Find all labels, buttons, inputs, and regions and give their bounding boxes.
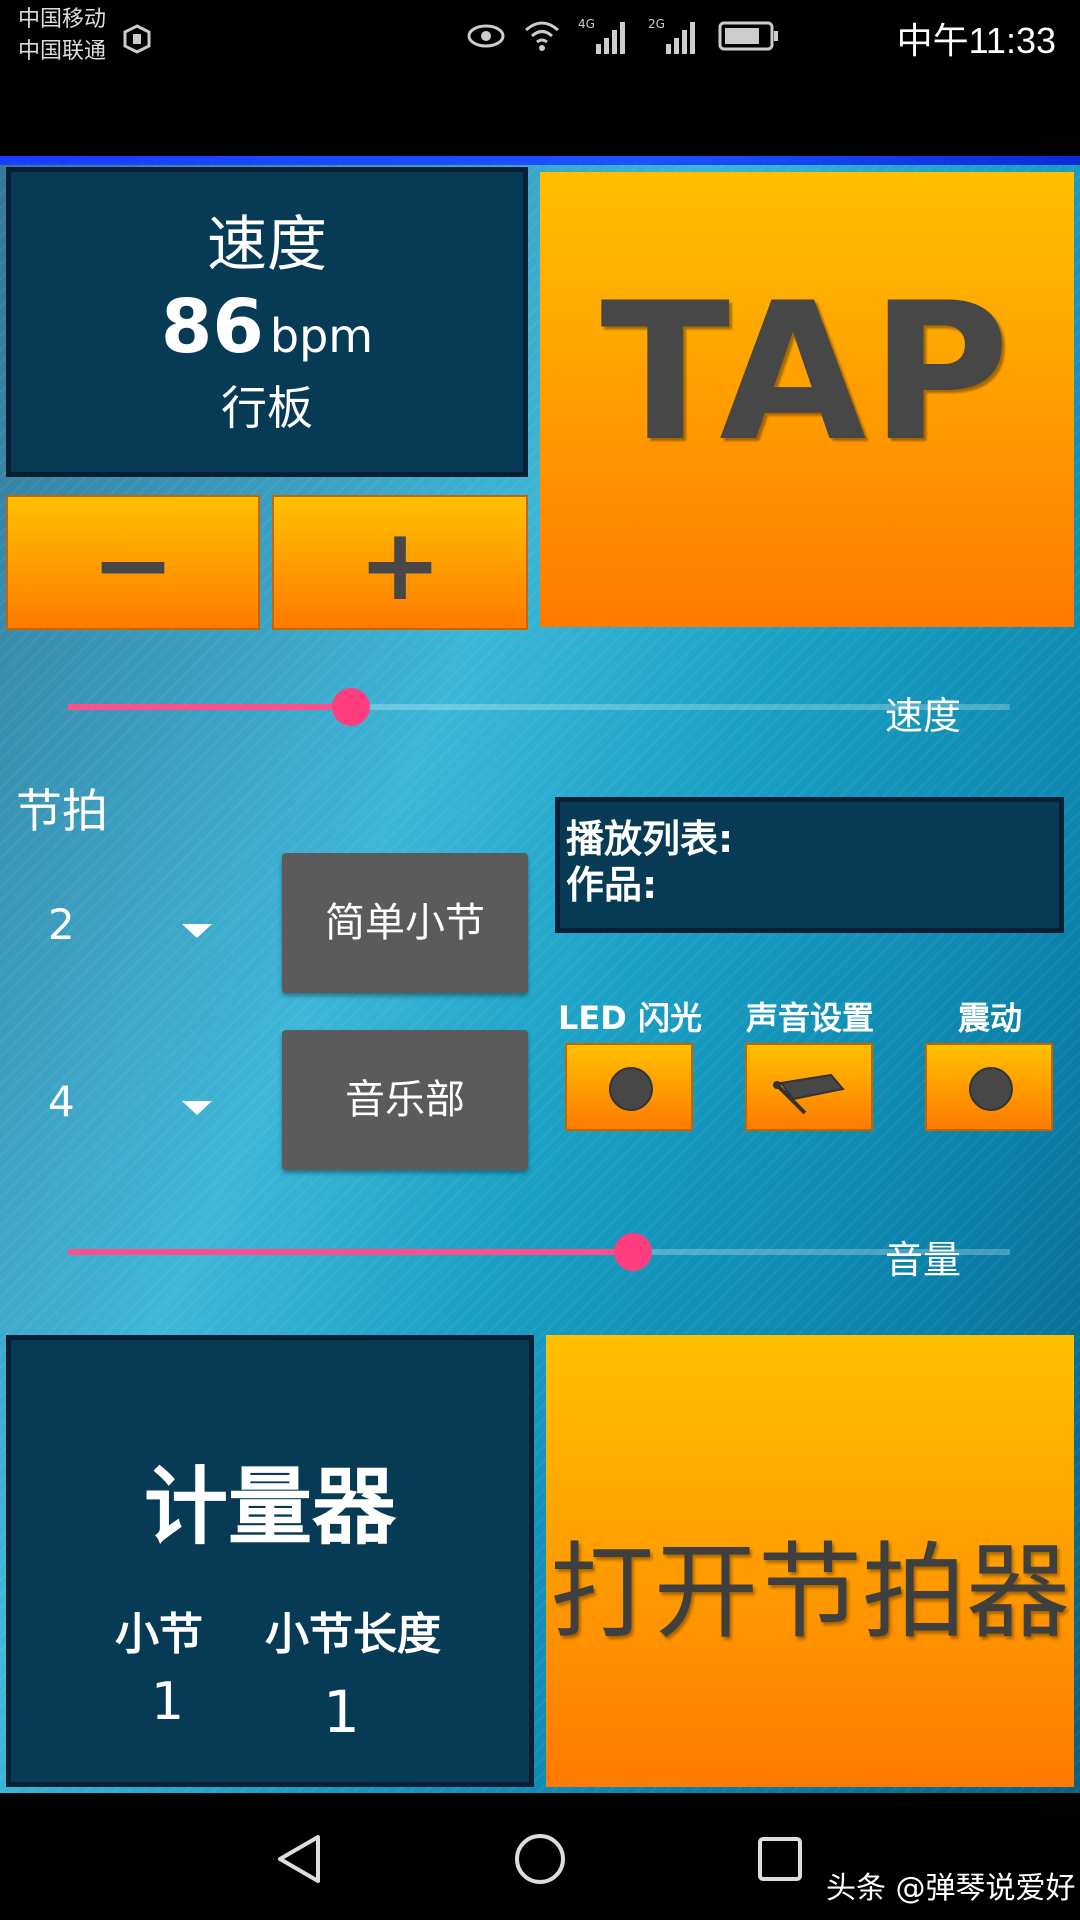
sound-settings-button[interactable] (745, 1043, 873, 1131)
bar-length-label: 小节长度 (265, 1609, 441, 1660)
tap-button[interactable]: TAP (540, 172, 1074, 627)
wifi-icon (525, 21, 559, 51)
dropdown-arrow-icon (182, 924, 212, 938)
eye-icon (467, 24, 505, 48)
led-flash-button[interactable] (565, 1043, 693, 1131)
led-flash-label: LED 闪光 (558, 999, 702, 1037)
speed-slider[interactable] (68, 688, 1010, 726)
beats-denominator-dropdown[interactable]: 4 (48, 1077, 228, 1137)
vibration-indicator-icon (969, 1067, 1013, 1111)
beats-numerator-dropdown[interactable]: 2 (48, 900, 228, 960)
carrier-1: 中国移动 (18, 7, 107, 32)
home-icon[interactable] (510, 1829, 570, 1889)
minus-icon: − (91, 506, 175, 623)
watermark: 头条 @弹琴说爱好 (826, 1871, 1076, 1906)
dropdown-arrow-icon (182, 1101, 212, 1115)
beats-numerator-value: 2 (48, 900, 75, 949)
status-icons: 4G 2G (466, 14, 780, 58)
start-metronome-label: 打开节拍器 (549, 1531, 1070, 1653)
signal-2g-icon: 2G (648, 17, 695, 54)
battery-icon (718, 21, 778, 51)
bar-label: 小节 (115, 1609, 203, 1660)
tempo-title: 速度 (207, 210, 327, 280)
volume-slider-fill (68, 1249, 634, 1255)
tempo-readout: 86 bpm (11, 284, 523, 370)
tempo-unit: bpm (269, 309, 374, 363)
music-part-button[interactable]: 音乐部 (282, 1030, 528, 1170)
speed-slider-thumb[interactable] (331, 688, 370, 726)
sound-settings-label: 声音设置 (745, 999, 874, 1037)
vibration-label: 震动 (957, 999, 1022, 1037)
back-icon[interactable] (270, 1829, 330, 1889)
counter-panel: 计量器 小节 小节长度 1 1 (6, 1335, 534, 1787)
tempo-increase-button[interactable]: + (272, 495, 528, 630)
bar-value: 1 (151, 1672, 185, 1732)
tempo-marking: 行板 (221, 381, 313, 435)
speed-slider-fill (68, 704, 351, 710)
shield-icon (123, 24, 151, 54)
beats-denominator-value: 4 (48, 1077, 75, 1126)
volume-slider-label: 音量 (885, 1238, 962, 1282)
recent-apps-icon[interactable] (750, 1829, 810, 1889)
volume-slider[interactable] (68, 1233, 1010, 1271)
led-indicator-icon (609, 1067, 653, 1111)
tempo-decrease-button[interactable]: − (6, 495, 260, 630)
plus-icon: + (358, 506, 442, 623)
clock: 中午11:33 (896, 20, 1056, 61)
tempo-value: 86 (160, 284, 264, 370)
vibration-button[interactable] (925, 1043, 1053, 1131)
progress-strip (0, 156, 1080, 165)
counter-title: 计量器 (143, 1458, 396, 1556)
work-label: 作品: (566, 863, 658, 907)
svg-text:4G: 4G (578, 17, 595, 31)
beats-label: 节拍 (16, 784, 108, 838)
tempo-panel: 速度 86 bpm 行板 (6, 167, 528, 477)
carrier-2: 中国联通 (18, 39, 107, 64)
speed-slider-label: 速度 (885, 694, 962, 738)
simple-bar-button[interactable]: 简单小节 (282, 853, 528, 993)
woodblock-icon (773, 1073, 845, 1115)
status-bar: 中国移动 中国联通 4G 2G 中午11:33 (0, 0, 1080, 156)
start-metronome-button[interactable]: 打开节拍器 (546, 1335, 1074, 1787)
signal-4g-icon: 4G (578, 17, 625, 54)
playlist-panel[interactable]: 播放列表: 作品: (555, 797, 1064, 933)
bar-length-value: 1 (323, 1678, 360, 1746)
metronome-app: 速度 86 bpm 行板 TAP − + 速度 节拍 2 4 简单小节 音乐部 播… (0, 165, 1080, 1793)
tap-label: TAP (600, 262, 1014, 483)
volume-slider-thumb[interactable] (614, 1233, 653, 1271)
playlist-label: 播放列表: (566, 817, 734, 861)
svg-text:2G: 2G (648, 17, 665, 31)
